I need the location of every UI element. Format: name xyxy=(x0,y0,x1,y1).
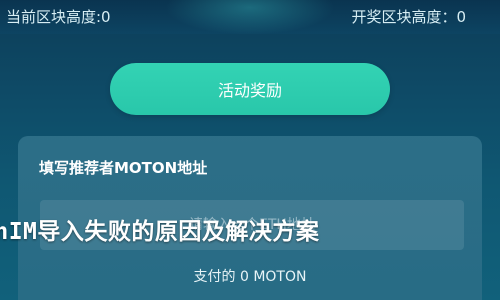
draw-block-height: 开奖区块高度：0 xyxy=(351,8,466,26)
banner-decoration xyxy=(165,0,335,35)
payment-amount-text: 支付的 0 MOTON xyxy=(193,269,307,285)
activity-reward-button[interactable]: 活动奖励 xyxy=(110,63,390,115)
current-block-height: 当前区块高度:0 xyxy=(6,8,111,26)
overlay-headline: enIM导入失败的原因及解决方案 xyxy=(0,219,320,245)
referrer-card-title: 填写推荐者MOTON地址 xyxy=(39,159,208,177)
